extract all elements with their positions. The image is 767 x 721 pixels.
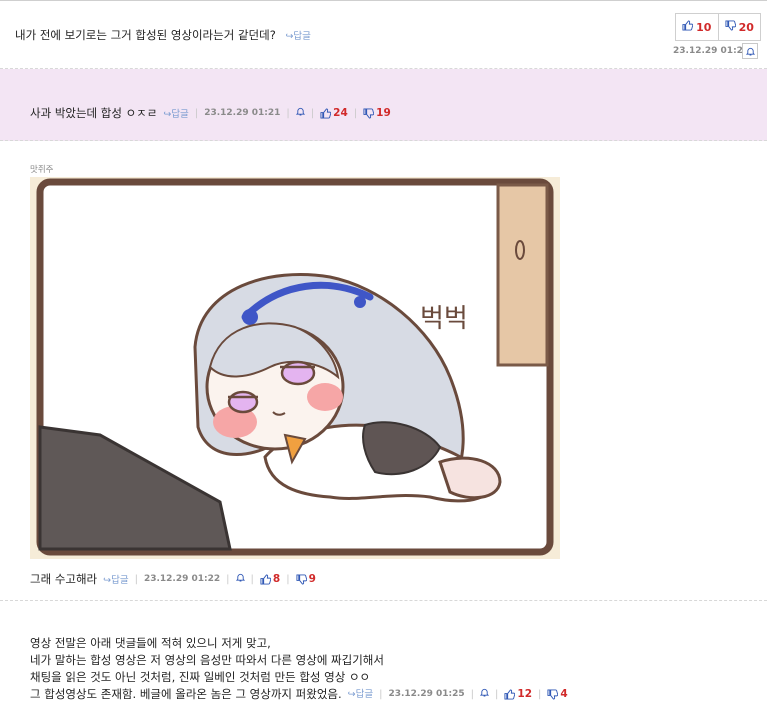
- divider: |: [226, 573, 230, 585]
- comment-line: 채팅을 읽은 것도 아닌 것처럼, 진짜 일베인 것처럼 만든 합성 영상 ㅇㅇ: [30, 670, 371, 684]
- report-bell-icon[interactable]: [235, 573, 245, 585]
- comment-text: 그래 수고해라: [30, 572, 98, 586]
- report-bell-icon[interactable]: [479, 686, 490, 703]
- downvote-count: 19: [376, 107, 391, 119]
- comment-1-body: 내가 전에 보기로는 그거 합성된 영상이라는거 같던데? ↪답글: [15, 27, 311, 43]
- downvote-button[interactable]: 4: [547, 686, 568, 703]
- comment-3-row: 그래 수고해라 ↪답글 | 23.12.29 01:22 | | 8 | 9: [30, 571, 316, 587]
- comment-1: 내가 전에 보기로는 그거 합성된 영상이라는거 같던데? ↪답글 10 20 …: [0, 0, 767, 69]
- comment-4-body: 영상 전말은 아래 댓글들에 적혀 있으니 저게 맞고, 네가 말하는 합성 영…: [30, 635, 568, 703]
- upvote-button[interactable]: 12: [504, 686, 532, 703]
- divider: |: [250, 573, 254, 585]
- comment-text: 내가 전에 보기로는 그거 합성된 영상이라는거 같던데?: [15, 28, 276, 42]
- divider: |: [286, 107, 290, 119]
- sticker-sound-text: 벅벅: [420, 304, 468, 334]
- upvote-button[interactable]: 8: [260, 573, 280, 585]
- comment-3: 맛쥐주 벅벅 그래 수고해라 ↪답글 | 23.12.29 01:22 | | …: [0, 141, 767, 601]
- divider: |: [310, 107, 315, 119]
- thumb-up-icon: [320, 107, 332, 119]
- report-bell-icon[interactable]: [295, 107, 305, 119]
- downvote-button[interactable]: 19: [363, 107, 391, 119]
- upvote-count: 8: [272, 573, 281, 585]
- comment-date: 23.12.29 01:20: [673, 46, 750, 56]
- vote-box: 10 20: [675, 13, 761, 41]
- comment-date: 23.12.29 01:21: [204, 108, 281, 118]
- reply-link[interactable]: ↪답글: [163, 106, 188, 120]
- divider: |: [134, 573, 138, 585]
- divider: |: [538, 689, 542, 700]
- divider: |: [194, 107, 199, 119]
- comment-last-line: 그 합성영상도 존재함. 베글에 올라온 놈은 그 영상까지 퍼왔었음. ↪답글…: [30, 686, 568, 703]
- divider: |: [470, 689, 475, 700]
- comment-4: 영상 전말은 아래 댓글들에 적혀 있으니 저게 맞고, 네가 말하는 합성 영…: [0, 601, 767, 721]
- report-bell-icon[interactable]: [742, 43, 758, 59]
- sticker-name: 맛쥐주: [30, 165, 54, 175]
- divider: |: [353, 107, 358, 119]
- upvote-count: 24: [333, 107, 348, 119]
- comment-2: 사과 박았는데 합성 ㅇㅈㄹ ↪답글 | 23.12.29 01:21 | | …: [0, 69, 767, 141]
- upvote-count: 10: [696, 20, 712, 34]
- thumb-up-icon: [504, 689, 516, 700]
- downvote-count: 9: [308, 573, 316, 585]
- thumb-up-icon: [682, 20, 694, 34]
- downvote-count: 20: [738, 20, 754, 34]
- upvote-count: 12: [517, 688, 533, 700]
- divider: |: [379, 689, 383, 700]
- thumb-down-icon: [363, 107, 375, 119]
- downvote-count: 4: [560, 688, 568, 700]
- thumb-up-icon: [260, 573, 271, 585]
- comment-line: 그 합성영상도 존재함. 베글에 올라온 놈은 그 영상까지 퍼왔었음.: [30, 687, 342, 701]
- reply-link[interactable]: ↪답글: [285, 31, 310, 42]
- sticker-image: 벅벅: [30, 177, 560, 559]
- downvote-button[interactable]: 9: [296, 573, 316, 585]
- comment-2-row: 사과 박았는데 합성 ㅇㅈㄹ ↪답글 | 23.12.29 01:21 | | …: [30, 105, 391, 121]
- divider: |: [495, 689, 499, 700]
- reply-link[interactable]: ↪답글: [348, 686, 373, 703]
- comment-line: 네가 말하는 합성 영상은 저 영상의 음성만 따와서 다른 영상에 짜깁기해서: [30, 653, 384, 667]
- upvote-button[interactable]: 24: [320, 107, 348, 119]
- comment-date: 23.12.29 01:25: [388, 689, 465, 699]
- reply-link[interactable]: ↪답글: [103, 572, 128, 586]
- thumb-down-icon: [296, 573, 307, 585]
- comment-line: 영상 전말은 아래 댓글들에 적혀 있으니 저게 맞고,: [30, 636, 271, 650]
- divider: |: [286, 573, 290, 585]
- thumb-down-icon: [547, 689, 559, 700]
- comment-text: 사과 박았는데 합성 ㅇㅈㄹ: [30, 106, 158, 120]
- upvote-button[interactable]: 10: [676, 14, 718, 40]
- thumb-down-icon: [725, 20, 736, 34]
- downvote-button[interactable]: 20: [717, 14, 761, 40]
- comment-date: 23.12.29 01:22: [143, 574, 221, 584]
